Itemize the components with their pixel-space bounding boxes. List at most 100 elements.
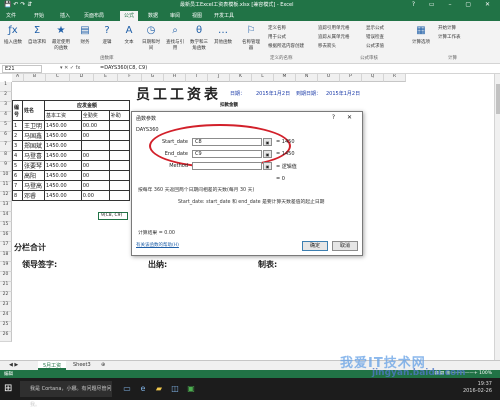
row-header[interactable]: 6 — [0, 132, 12, 142]
tab-home[interactable]: 开始 — [30, 11, 48, 21]
cell-subsidy[interactable] — [108, 170, 131, 181]
column-header[interactable]: R — [384, 74, 406, 82]
cell-no[interactable]: 4 — [12, 150, 23, 161]
collapse-dialog-icon[interactable]: ▣ — [263, 150, 272, 158]
cell-subsidy[interactable] — [108, 140, 131, 151]
cell-name[interactable]: 高阳 — [22, 170, 45, 181]
ok-button[interactable]: 确定 — [302, 241, 328, 251]
column-header[interactable]: E — [94, 74, 118, 82]
autosum-button[interactable]: Σ 自动求和 — [26, 25, 48, 45]
row-header[interactable]: 22 — [0, 292, 12, 302]
sheet-tab-may-salary[interactable]: 5月工资 — [38, 361, 67, 370]
column-header[interactable]: P — [340, 74, 362, 82]
tab-review[interactable]: 审阅 — [166, 11, 184, 21]
tab-formulas[interactable]: 公式 — [120, 11, 139, 21]
column-header[interactable]: G — [142, 74, 164, 82]
cell-name[interactable]: 马登喜 — [22, 150, 45, 161]
column-header[interactable]: C — [46, 74, 70, 82]
row-header[interactable]: 19 — [0, 262, 12, 272]
column-header[interactable]: Q — [362, 74, 384, 82]
selected-cell[interactable]: 9(C8, C9) — [98, 212, 128, 220]
row-header[interactable]: 16 — [0, 232, 12, 242]
window-controls[interactable]: ? ▭ – ▢ ✕ — [412, 1, 496, 8]
define-name-item[interactable]: 定义名称 — [268, 25, 286, 31]
row-header[interactable]: 15 — [0, 222, 12, 232]
cell-name[interactable]: 马国鑫 — [22, 130, 45, 141]
cell-full[interactable]: 00.00 — [80, 120, 110, 131]
cell-name[interactable]: 马登高 — [22, 180, 45, 191]
cell-subsidy[interactable] — [108, 120, 131, 131]
cell-subsidy[interactable] — [108, 130, 131, 141]
error-checking-item[interactable]: 错误检查 — [366, 34, 384, 40]
cell-subsidy[interactable] — [108, 180, 131, 191]
store-icon[interactable]: ◫ — [170, 384, 180, 394]
column-header[interactable]: D — [70, 74, 94, 82]
sheet-nav-arrows[interactable]: ◀ ▶ — [4, 361, 23, 370]
quick-access-toolbar[interactable]: 💾 ↶ ↷ ⇵ — [4, 1, 32, 8]
tab-developer[interactable]: 开发工具 — [210, 11, 238, 21]
column-header[interactable]: B — [24, 74, 46, 82]
start-date-input[interactable]: C8 — [192, 138, 262, 146]
cell-full[interactable]: 00 — [80, 180, 110, 191]
row-header[interactable]: 2 — [0, 92, 12, 102]
row-header[interactable]: 10 — [0, 172, 12, 182]
column-header[interactable]: O — [318, 74, 340, 82]
column-header[interactable]: M — [274, 74, 296, 82]
row-header[interactable]: 26 — [0, 332, 12, 342]
cell-no[interactable]: 6 — [12, 170, 23, 181]
cell-base[interactable]: 1450.00 — [44, 160, 82, 171]
financial-button[interactable]: ▤ 财务 — [74, 25, 96, 45]
folder-icon[interactable]: ▰ — [154, 384, 164, 394]
column-header[interactable]: A — [12, 74, 24, 82]
row-header[interactable]: 18 — [0, 252, 12, 262]
scroll-thumb[interactable] — [496, 84, 500, 114]
row-header[interactable]: 14 — [0, 212, 12, 222]
row-header[interactable]: 21 — [0, 282, 12, 292]
row-header[interactable]: 24 — [0, 312, 12, 322]
cancel-button[interactable]: 取消 — [332, 241, 358, 251]
row-header[interactable]: 20 — [0, 272, 12, 282]
cell-no[interactable]: 7 — [12, 180, 23, 191]
tab-insert[interactable]: 插入 — [56, 11, 74, 21]
cell-full[interactable] — [80, 140, 110, 151]
math-button[interactable]: θ 数学和三角函数 — [188, 25, 210, 51]
cell-no[interactable]: 2 — [12, 130, 23, 141]
cell-base[interactable]: 1450.00 — [44, 120, 82, 131]
formula-input[interactable]: =DAYS360(C8, C9) — [100, 65, 147, 71]
cell-base[interactable]: 1450.00 — [44, 150, 82, 161]
row-header[interactable]: 5 — [0, 122, 12, 132]
task-view-icon[interactable]: ▭ — [122, 384, 132, 394]
row-header[interactable]: 7 — [0, 142, 12, 152]
cell-full[interactable]: 0.00 — [80, 190, 110, 201]
cortana-search-box[interactable]: 我是 Cortana，小娜。有问题尽管问我。 — [20, 381, 112, 408]
row-header[interactable]: 11 — [0, 182, 12, 192]
row-header[interactable]: 17 — [0, 242, 12, 252]
use-in-formula-item[interactable]: 用于公式 — [268, 34, 286, 40]
column-header[interactable]: L — [252, 74, 274, 82]
logical-button[interactable]: ? 逻辑 — [96, 25, 118, 45]
calculation-options-button[interactable]: ▦ 计算选项 — [410, 25, 432, 45]
row-header[interactable]: 25 — [0, 322, 12, 332]
collapse-dialog-icon[interactable]: ▣ — [263, 162, 272, 170]
column-header[interactable]: H — [164, 74, 186, 82]
collapse-dialog-icon[interactable]: ▣ — [263, 138, 272, 146]
tab-file[interactable]: 文件 — [2, 11, 20, 21]
cell-no[interactable]: 3 — [12, 140, 23, 151]
formula-bar-icons[interactable]: ▾ ✕ ✓ fx — [60, 65, 80, 71]
row-header[interactable]: 9 — [0, 162, 12, 172]
sheet-tab-sheet3[interactable]: Sheet3 — [68, 361, 96, 370]
column-header[interactable]: K — [230, 74, 252, 82]
row-header[interactable]: 12 — [0, 192, 12, 202]
more-functions-button[interactable]: … 其他函数 — [212, 25, 234, 45]
row-header[interactable]: 3 — [0, 102, 12, 112]
cell-no[interactable]: 1 — [12, 120, 23, 131]
create-from-selection-item[interactable]: 根据所选内容创建 — [268, 43, 304, 49]
cell-full[interactable]: 00 — [80, 150, 110, 161]
insert-function-button[interactable]: ƒx 插入函数 — [2, 25, 24, 45]
cell-base[interactable]: 1450.00 — [44, 180, 82, 191]
evaluate-formula-item[interactable]: 公式求值 — [366, 43, 384, 49]
cell-subsidy[interactable] — [108, 160, 131, 171]
cell-full[interactable]: 00 — [80, 130, 110, 141]
text-button[interactable]: A 文本 — [118, 25, 140, 45]
row-header[interactable]: 8 — [0, 152, 12, 162]
